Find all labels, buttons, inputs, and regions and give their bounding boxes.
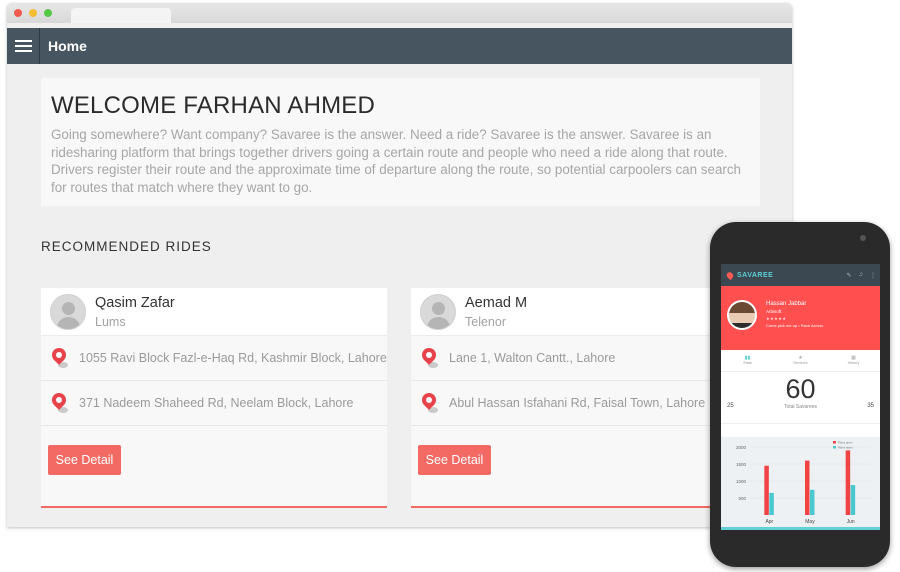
maximize-window-icon[interactable] bbox=[44, 9, 52, 17]
driver-organization: Lums bbox=[95, 314, 126, 329]
profile-route: Come pick me up • Race Across bbox=[766, 323, 824, 328]
stage: Home WELCOME FARHAN AHMED Going somewher… bbox=[0, 0, 900, 572]
chart-y-tick-label: 1500 bbox=[736, 462, 747, 467]
phone-tabs: ▮▮ Stats ★ Reviews ▦ History bbox=[721, 350, 880, 372]
chart-y-tick-label: 500 bbox=[738, 496, 746, 501]
dropoff-address-row: Abul Hassan Isfahani Rd, Faisal Town, La… bbox=[411, 381, 757, 426]
welcome-panel: WELCOME FARHAN AHMED Going somewhere? Wa… bbox=[41, 78, 760, 206]
chart-x-tick-label: May bbox=[805, 519, 815, 525]
recommended-rides-heading: RECOMMENDED RIDES bbox=[41, 239, 212, 254]
left-count: 25 bbox=[727, 403, 734, 409]
hamburger-menu-icon[interactable] bbox=[7, 28, 40, 64]
phone-mockup: SAVAREE ✎ ♫ ⋮ Hassan Jabbar Arbisoft ★★★… bbox=[710, 222, 890, 567]
chart-legend-label: Rides given bbox=[838, 441, 853, 445]
chart-bar bbox=[810, 489, 815, 515]
pickup-address-row: Lane 1, Walton Cantt., Lahore bbox=[411, 336, 757, 381]
welcome-description: Going somewhere? Want company? Savaree i… bbox=[51, 127, 741, 195]
map-pin-icon bbox=[419, 390, 439, 413]
profile-name: Hassan Jabbar bbox=[766, 301, 807, 307]
right-count: 35 bbox=[867, 403, 874, 409]
map-pin-icon bbox=[419, 345, 439, 368]
phone-bottom-bar bbox=[721, 527, 880, 530]
pickup-address: 1055 Ravi Block Fazl-e-Haq Rd, Kashmir B… bbox=[79, 351, 387, 365]
chart-legend-swatch bbox=[833, 446, 836, 449]
chart-bar bbox=[845, 450, 851, 515]
app-header: Home bbox=[7, 28, 792, 64]
chart-x-tick-label: Apr bbox=[765, 519, 773, 525]
chart-legend-label: Rides taken bbox=[838, 446, 853, 450]
minimize-window-icon[interactable] bbox=[29, 9, 37, 17]
tab-history[interactable]: ▦ History bbox=[827, 350, 880, 371]
map-pin-icon bbox=[49, 345, 69, 368]
dropoff-address-row: 371 Nadeem Shaheed Rd, Neelam Block, Lah… bbox=[41, 381, 387, 426]
driver-organization: Telenor bbox=[465, 314, 506, 329]
page-title: Home bbox=[48, 38, 87, 54]
chart-legend-swatch bbox=[833, 441, 836, 444]
rides-chart-svg: 2000 1500 1000 500 Rides givenRides taken Apr… bbox=[736, 441, 871, 525]
ride-card-header: Aemad M Telenor bbox=[411, 288, 757, 336]
chart-x-tick-label: Jun bbox=[847, 519, 855, 525]
pickup-address: Lane 1, Walton Cantt., Lahore bbox=[449, 351, 616, 365]
driver-name: Qasim Zafar bbox=[95, 294, 175, 311]
phone-brand: SAVAREE bbox=[737, 271, 774, 279]
profile-photo bbox=[727, 300, 757, 330]
avatar bbox=[50, 293, 86, 330]
chart-y-tick-label: 2000 bbox=[736, 445, 747, 450]
chart-bar bbox=[805, 460, 810, 515]
phone-app-header: SAVAREE ✎ ♫ ⋮ bbox=[721, 264, 880, 286]
dropoff-address: Abul Hassan Isfahani Rd, Faisal Town, La… bbox=[449, 396, 706, 410]
rating-stars-icon: ★★★★★ bbox=[766, 316, 787, 321]
welcome-heading: WELCOME FARHAN AHMED bbox=[51, 92, 376, 119]
bell-icon[interactable]: ♫ bbox=[859, 272, 864, 279]
driver-name: Aemad M bbox=[465, 294, 528, 311]
ride-card: Qasim Zafar Lums 1055 Ravi Block Fazl-e-… bbox=[41, 288, 387, 508]
ride-card-header: Qasim Zafar Lums bbox=[41, 288, 387, 336]
rides-chart: 2000 1500 1000 500 Rides given Rides taken Apr… bbox=[721, 437, 880, 530]
see-detail-button[interactable]: See Detail bbox=[418, 445, 491, 475]
camera-icon bbox=[860, 235, 866, 241]
browser-tab[interactable] bbox=[71, 8, 171, 23]
phone-screen: SAVAREE ✎ ♫ ⋮ Hassan Jabbar Arbisoft ★★★… bbox=[721, 264, 880, 530]
chart-bar bbox=[850, 485, 856, 515]
chart-bar bbox=[769, 492, 774, 515]
more-icon[interactable]: ⋮ bbox=[870, 272, 876, 279]
tab-reviews[interactable]: ★ Reviews bbox=[774, 350, 827, 371]
pickup-address-row: 1055 Ravi Block Fazl-e-Haq Rd, Kashmir B… bbox=[41, 336, 387, 381]
avatar bbox=[420, 293, 456, 330]
close-window-icon[interactable] bbox=[14, 9, 22, 17]
edit-icon[interactable]: ✎ bbox=[846, 272, 851, 279]
total-savarees-label: Total Savarees bbox=[783, 404, 818, 410]
total-savarees-count: 60 bbox=[785, 374, 816, 404]
tab-stats[interactable]: ▮▮ Stats bbox=[721, 350, 774, 371]
chart-bar bbox=[764, 465, 769, 515]
savaree-logo-icon bbox=[725, 270, 735, 280]
browser-chrome bbox=[7, 3, 792, 23]
phone-stats: 60 Total Savarees 25 35 bbox=[721, 372, 880, 424]
map-pin-icon bbox=[49, 390, 69, 413]
see-detail-button[interactable]: See Detail bbox=[48, 445, 121, 475]
dropoff-address: 371 Nadeem Shaheed Rd, Neelam Block, Lah… bbox=[79, 396, 354, 410]
browser-window: Home WELCOME FARHAN AHMED Going somewher… bbox=[7, 3, 792, 527]
phone-profile: Hassan Jabbar Arbisoft ★★★★★ Come pick m… bbox=[721, 286, 880, 350]
ride-card: Aemad M Telenor Lane 1, Walton Cantt., L… bbox=[411, 288, 757, 508]
chart-y-tick-label: 1000 bbox=[736, 479, 747, 484]
profile-organization: Arbisoft bbox=[766, 309, 782, 314]
